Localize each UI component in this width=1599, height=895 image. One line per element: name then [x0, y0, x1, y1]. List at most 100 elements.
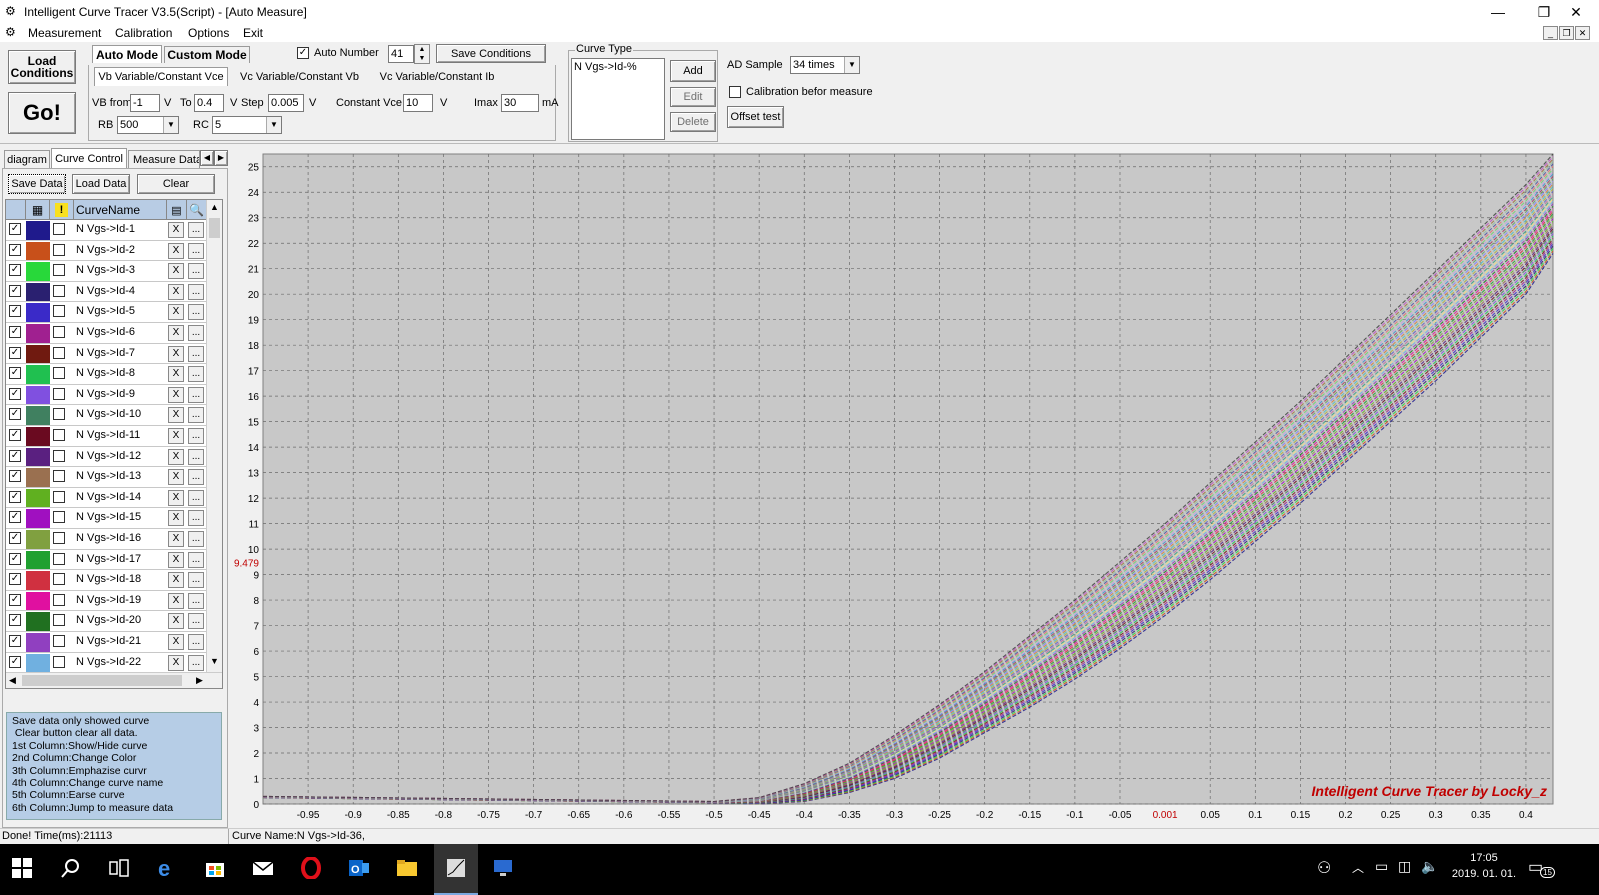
- tab-custom-mode[interactable]: Custom Mode: [164, 46, 250, 63]
- show-curve-checkbox[interactable]: ✓: [9, 223, 21, 235]
- jump-to-data-button[interactable]: ...: [188, 304, 204, 321]
- offset-test-button[interactable]: Offset test: [727, 106, 784, 128]
- show-curve-checkbox[interactable]: ✓: [9, 552, 21, 565]
- emphasize-checkbox[interactable]: [53, 449, 65, 462]
- show-curve-checkbox[interactable]: ✓: [9, 593, 21, 606]
- erase-curve-button[interactable]: X: [168, 634, 184, 650]
- curve-name-cell[interactable]: N Vgs->Id-17: [76, 553, 164, 565]
- curve-color-swatch[interactable]: [26, 344, 50, 364]
- show-curve-checkbox[interactable]: ✓: [9, 408, 21, 421]
- calibration-checkbox[interactable]: [729, 86, 741, 98]
- id-vgs-chart[interactable]: -0.95 -0.9 -0.85 -0.8 -0.75 -0.7 -0.65 -0.6 -0.5…: [230, 146, 1599, 828]
- grid-vscrollbar[interactable]: ▲ ▼: [206, 200, 222, 672]
- curve-color-swatch[interactable]: [26, 262, 50, 281]
- rb-select[interactable]: 500 ▼: [117, 116, 179, 134]
- tab-diagram[interactable]: diagram: [4, 150, 50, 168]
- show-curve-checkbox[interactable]: ✓: [9, 326, 21, 338]
- curve-name-cell[interactable]: N Vgs->Id-6: [76, 326, 164, 338]
- to-input[interactable]: 0.4: [194, 94, 224, 112]
- save-data-button[interactable]: Save Data: [8, 174, 66, 194]
- curve-name-cell[interactable]: N Vgs->Id-2: [76, 244, 164, 256]
- scroll-up-icon[interactable]: ▲: [210, 202, 219, 212]
- ad-sample-select[interactable]: 34 times ▼: [790, 56, 860, 74]
- tab-vc-variable-ib[interactable]: Vc Variable/Constant Ib: [370, 68, 504, 86]
- mail-button[interactable]: [252, 857, 274, 879]
- tab-vb-variable[interactable]: Vb Variable/Constant Vce: [94, 67, 228, 86]
- curve-name-cell[interactable]: N Vgs->Id-22: [76, 656, 164, 668]
- emphasize-checkbox[interactable]: [53, 408, 65, 421]
- tab-measure-data[interactable]: Measure Data: [128, 150, 200, 168]
- curve-name-cell[interactable]: N Vgs->Id-4: [76, 285, 164, 297]
- constant-vce-input[interactable]: 10: [403, 94, 433, 112]
- emphasize-checkbox[interactable]: [53, 223, 65, 235]
- emphasize-checkbox[interactable]: [53, 387, 65, 400]
- step-input[interactable]: 0.005: [268, 94, 304, 112]
- erase-curve-button[interactable]: X: [168, 592, 184, 609]
- load-data-button[interactable]: Load Data: [72, 174, 130, 194]
- jump-to-data-button[interactable]: ...: [188, 654, 204, 671]
- show-curve-checkbox[interactable]: ✓: [9, 387, 21, 400]
- emphasize-checkbox[interactable]: [53, 573, 65, 586]
- show-curve-checkbox[interactable]: ✓: [9, 655, 21, 668]
- scroll-down-icon[interactable]: ▼: [210, 656, 219, 666]
- vb-from-input[interactable]: -1: [130, 94, 160, 112]
- erase-curve-button[interactable]: X: [168, 551, 184, 568]
- curve-name-cell[interactable]: N Vgs->Id-19: [76, 594, 164, 606]
- curve-color-swatch[interactable]: [26, 241, 50, 261]
- erase-curve-button[interactable]: X: [168, 654, 184, 671]
- jump-to-data-button[interactable]: ...: [188, 448, 204, 465]
- show-curve-checkbox[interactable]: ✓: [9, 284, 21, 297]
- jump-to-data-button[interactable]: ...: [188, 242, 204, 259]
- outlook-button[interactable]: O: [348, 857, 370, 879]
- curve-color-swatch[interactable]: [26, 653, 50, 673]
- tray-expand-icon[interactable]: ︿: [1352, 859, 1364, 876]
- curve-color-swatch[interactable]: [26, 612, 50, 631]
- emphasize-checkbox[interactable]: [53, 635, 65, 647]
- emphasize-checkbox[interactable]: [53, 346, 65, 359]
- emphasize-checkbox[interactable]: [53, 326, 65, 338]
- emphasize-checkbox[interactable]: [53, 593, 65, 606]
- clock[interactable]: 17:05 2019. 01. 01.: [1446, 850, 1522, 882]
- curve-color-swatch[interactable]: [26, 427, 50, 446]
- curve-color-swatch[interactable]: [26, 633, 50, 652]
- task-view-button[interactable]: [108, 857, 130, 879]
- curve-color-swatch[interactable]: [26, 282, 50, 302]
- menu-calibration[interactable]: Calibration: [115, 26, 172, 40]
- erase-curve-button[interactable]: X: [168, 448, 184, 465]
- hscroll-thumb[interactable]: [22, 675, 182, 686]
- curve-name-cell[interactable]: N Vgs->Id-11: [76, 429, 164, 441]
- jump-to-data-button[interactable]: ...: [188, 345, 204, 362]
- imax-input[interactable]: 30: [501, 94, 539, 112]
- show-curve-checkbox[interactable]: ✓: [9, 429, 21, 441]
- jump-to-data-button[interactable]: ...: [188, 634, 204, 650]
- erase-curve-button[interactable]: X: [168, 489, 184, 506]
- curve-color-swatch[interactable]: [26, 571, 50, 590]
- erase-curve-button[interactable]: X: [168, 366, 184, 383]
- curve-name-cell[interactable]: N Vgs->Id-18: [76, 573, 164, 585]
- curve-name-cell[interactable]: N Vgs->Id-15: [76, 511, 164, 523]
- erase-curve-button[interactable]: X: [168, 428, 184, 444]
- emphasize-checkbox[interactable]: [53, 655, 65, 668]
- add-curve-type-button[interactable]: Add: [670, 60, 716, 82]
- jump-to-data-button[interactable]: ...: [188, 222, 204, 238]
- curve-color-swatch[interactable]: [26, 324, 50, 343]
- curve-name-cell[interactable]: N Vgs->Id-10: [76, 408, 164, 420]
- erase-curve-button[interactable]: X: [168, 531, 184, 547]
- emphasize-checkbox[interactable]: [53, 511, 65, 524]
- minimize-button[interactable]: —: [1475, 0, 1521, 24]
- edge-button[interactable]: e: [156, 856, 178, 881]
- jump-to-data-button[interactable]: ...: [188, 469, 204, 486]
- jump-to-data-button[interactable]: ...: [188, 283, 204, 300]
- jump-to-data-button[interactable]: ...: [188, 572, 204, 589]
- scroll-left-icon[interactable]: ◀: [9, 675, 16, 686]
- mdi-minimize-button[interactable]: _: [1543, 26, 1558, 40]
- grid-hscrollbar[interactable]: ◀ ▶: [6, 672, 222, 688]
- save-conditions-button[interactable]: Save Conditions: [436, 44, 546, 63]
- curve-name-cell[interactable]: N Vgs->Id-16: [76, 532, 164, 544]
- erase-curve-button[interactable]: X: [168, 407, 184, 424]
- curve-color-swatch[interactable]: [26, 509, 50, 528]
- emphasize-checkbox[interactable]: [53, 470, 65, 483]
- start-button[interactable]: [12, 858, 32, 878]
- curve-color-swatch[interactable]: [26, 385, 50, 405]
- erase-curve-button[interactable]: X: [168, 469, 184, 486]
